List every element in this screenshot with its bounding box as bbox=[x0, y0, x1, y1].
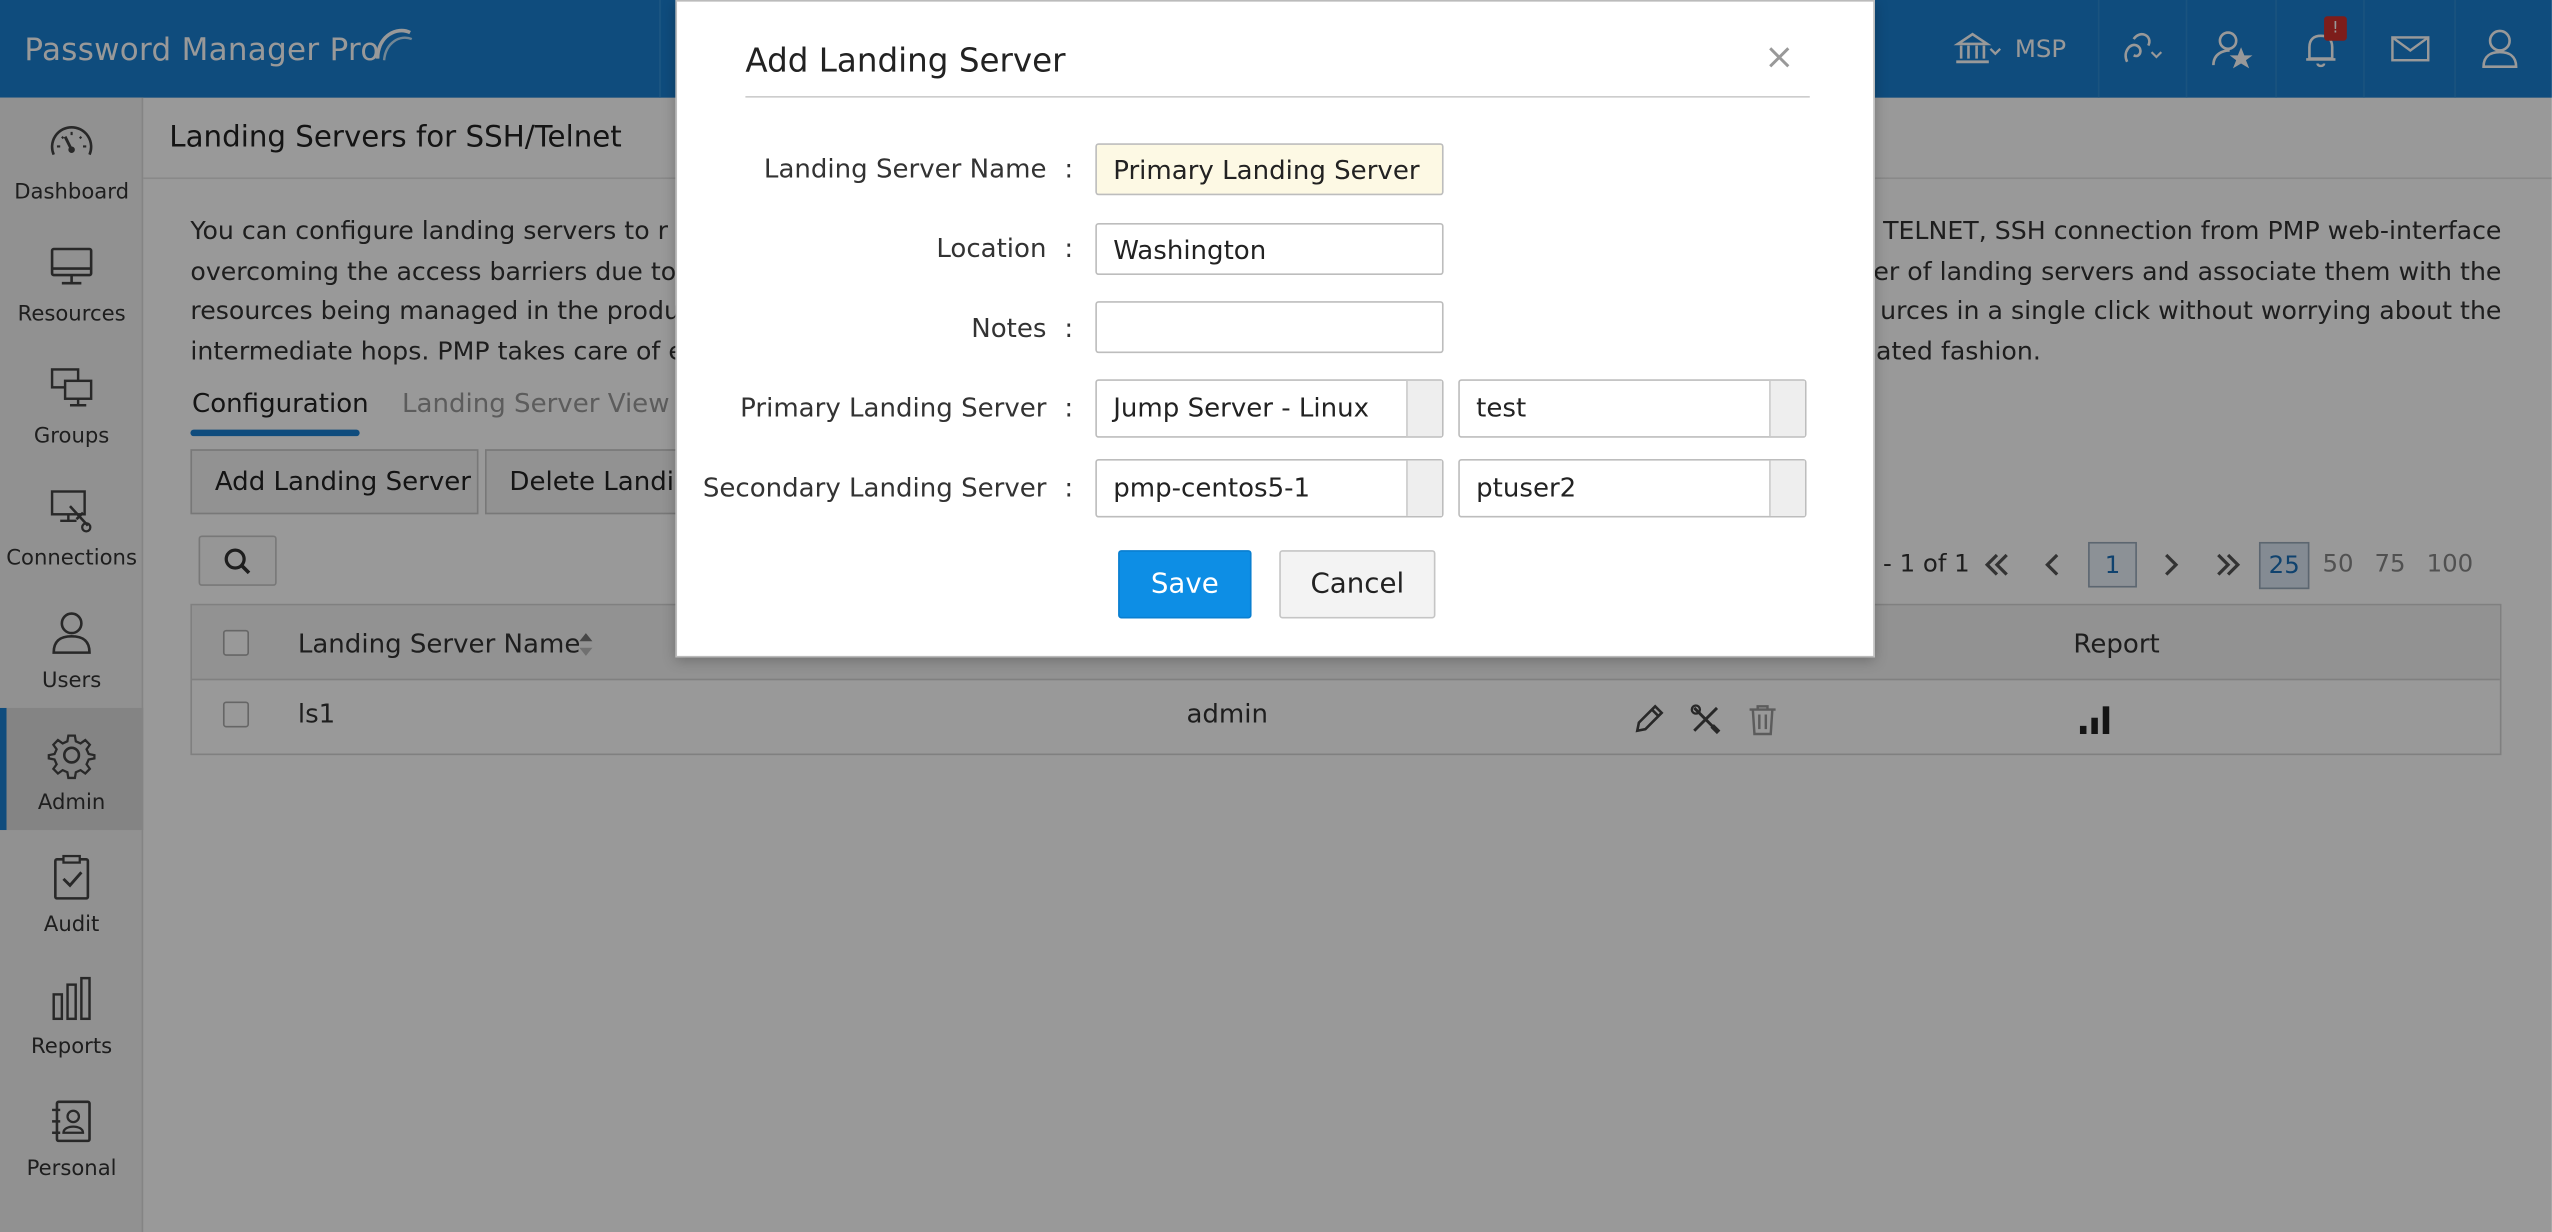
primary-server-select[interactable]: Jump Server - Linux bbox=[1095, 379, 1444, 438]
field-colon: : bbox=[1064, 152, 1074, 184]
primary-account-select[interactable]: test bbox=[1458, 379, 1807, 438]
notes-textarea[interactable] bbox=[1095, 301, 1444, 354]
field-colon: : bbox=[1064, 312, 1074, 344]
primary-server-value: Jump Server - Linux bbox=[1113, 392, 1370, 424]
location-label: Location bbox=[936, 232, 1047, 264]
cancel-button[interactable]: Cancel bbox=[1279, 550, 1436, 619]
dropdown-arrow-icon[interactable] bbox=[1406, 460, 1442, 516]
close-icon[interactable]: × bbox=[1764, 37, 1794, 79]
notes-label: Notes bbox=[971, 312, 1047, 344]
secondary-server-select[interactable]: pmp-centos5-1 bbox=[1095, 458, 1444, 518]
dialog-title: Add Landing Server bbox=[745, 40, 1066, 80]
dropdown-arrow-icon[interactable] bbox=[1406, 380, 1442, 437]
field-colon: : bbox=[1064, 471, 1074, 503]
secondary-account-select[interactable]: ptuser2 bbox=[1458, 458, 1807, 518]
field-colon: : bbox=[1064, 392, 1074, 424]
location-input[interactable] bbox=[1095, 222, 1444, 276]
landing-server-name-input[interactable] bbox=[1095, 143, 1444, 196]
save-button[interactable]: Save bbox=[1118, 550, 1252, 619]
secondary-server-value: pmp-centos5-1 bbox=[1113, 471, 1311, 503]
primary-account-value: test bbox=[1476, 392, 1527, 424]
secondary-landing-server-label: Secondary Landing Server bbox=[702, 471, 1047, 503]
primary-landing-server-label: Primary Landing Server bbox=[740, 392, 1047, 424]
app-window: Password Manager Pro MSP ! Dashboard Res… bbox=[0, 0, 2552, 1232]
dropdown-arrow-icon[interactable] bbox=[1769, 460, 1805, 516]
field-colon: : bbox=[1064, 232, 1074, 264]
secondary-account-value: ptuser2 bbox=[1476, 471, 1577, 503]
dropdown-arrow-icon[interactable] bbox=[1769, 380, 1805, 437]
dialog-divider bbox=[745, 96, 1810, 98]
add-landing-server-dialog: Add Landing Server × Landing Server Name… bbox=[675, 0, 1875, 658]
landing-server-name-label: Landing Server Name bbox=[763, 152, 1047, 184]
